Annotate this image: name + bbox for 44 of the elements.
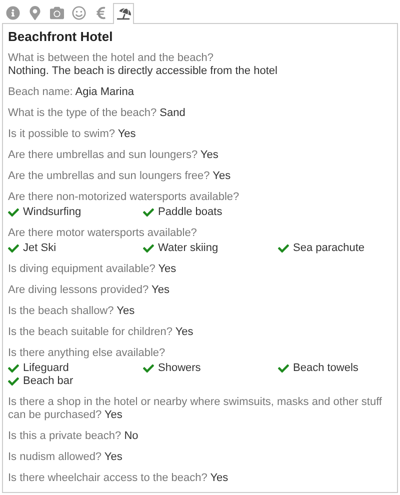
question-text: Are there non-motorized watersports available? — [8, 191, 240, 204]
option-text: Lifeguard — [23, 362, 69, 375]
question-answer-text: Is nudism allowed? Yes — [8, 451, 124, 464]
check-icon — [8, 376, 19, 387]
option-text: Paddle boats — [158, 206, 222, 219]
tab[interactable] — [113, 3, 134, 24]
info-icon — [6, 6, 20, 20]
option-text: Sea parachute — [293, 242, 365, 255]
question-answer-text: Is this a private beach? No — [8, 430, 140, 443]
question-answer-text: Are diving lessons provided? Yes — [8, 284, 170, 297]
beach-umbrella-icon — [116, 7, 130, 21]
question-answer-text: What is the type of the beach? Sand — [8, 107, 186, 120]
check-icon — [278, 363, 289, 374]
check-icon — [8, 243, 19, 254]
check-icon — [143, 207, 154, 218]
camera-icon — [50, 6, 64, 20]
answer-text: Nothing. The beach is directly accessible from the hotel — [8, 65, 278, 78]
check-icon — [143, 363, 154, 374]
check-icon — [143, 243, 154, 254]
option-text: Showers — [158, 362, 201, 375]
question-answer-text: Are the umbrellas and sun loungers free? Yes — [8, 170, 232, 183]
option-text: Windsurfing — [23, 206, 82, 219]
option-text: Jet Ski — [23, 242, 56, 255]
option-text: Water skiing — [158, 242, 218, 255]
question-answer-text: Is there wheelchair access to the beach? Yes — [8, 472, 230, 485]
question-text: Are there motor watersports available? — [8, 227, 198, 240]
check-icon — [8, 363, 19, 374]
question-answer-text: Is it possible to swim? Yes — [8, 128, 137, 141]
question-answer-text: Is the beach shallow? Yes — [8, 305, 136, 318]
question-text: What is between the hotel and the beach? — [8, 52, 214, 65]
smiley-icon — [72, 6, 86, 20]
check-icon — [8, 207, 19, 218]
question-answer-text: Are there umbrellas and sun loungers? Yes — [8, 149, 220, 162]
question-answer-text: Is diving equipment available? Yes — [8, 263, 178, 276]
question-text: Is there anything else available? — [8, 347, 166, 360]
option-text: Beach bar — [23, 375, 74, 388]
option-text: Beach towels — [293, 362, 358, 375]
check-icon — [278, 243, 289, 254]
question-answer-text: Is the beach suitable for children? Yes — [8, 326, 194, 339]
question-answer-text: Is there a shop in the hotel or nearby where swimsuits, masks and other stuff can be purchased? Yes — [8, 396, 383, 422]
panel-title: Beachfront Hotel — [8, 29, 114, 44]
question-answer-text: Beach name: Agia Marina — [8, 86, 135, 99]
map-pin-icon — [28, 6, 42, 20]
euro-icon — [94, 6, 108, 20]
